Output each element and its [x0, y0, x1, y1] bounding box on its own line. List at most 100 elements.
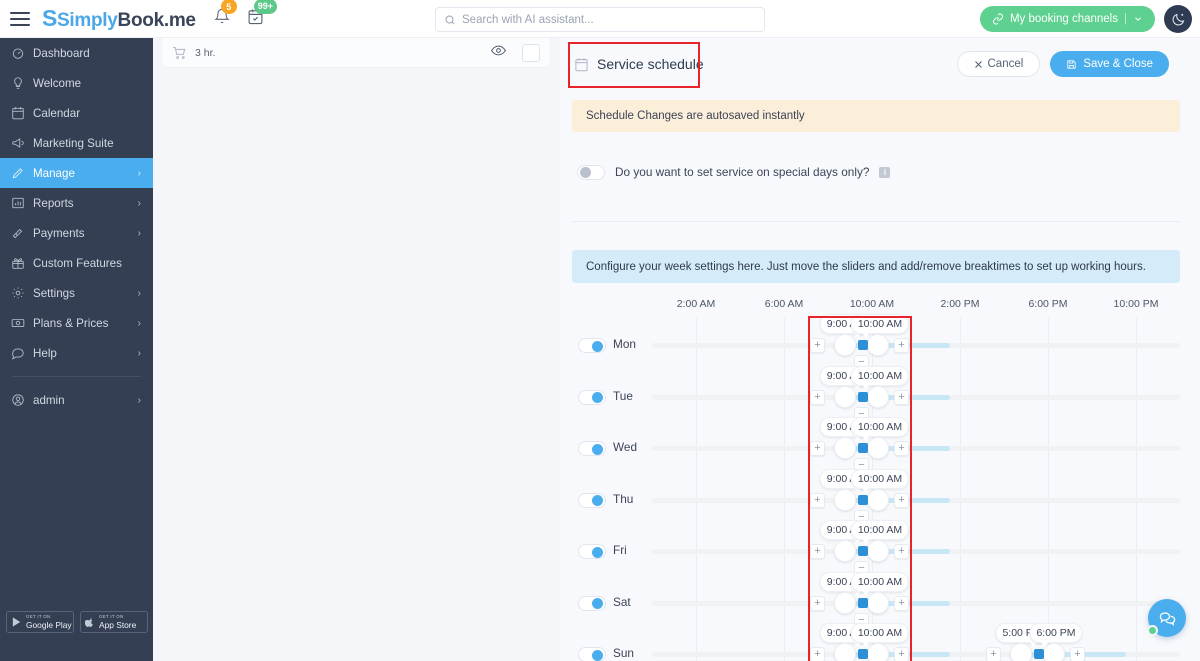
range-end-time[interactable]: 10:00 AM — [850, 623, 910, 647]
range-end-handle[interactable] — [867, 334, 889, 356]
add-breaktime-button[interactable]: + — [810, 389, 825, 405]
day-toggle-sat[interactable] — [578, 595, 606, 611]
add-breaktime-button[interactable]: + — [810, 595, 825, 611]
range-move-handle[interactable] — [1034, 649, 1044, 659]
range-end-time[interactable]: 6:00 PM — [1029, 623, 1083, 647]
sidebar-item-help[interactable]: Help › — [0, 338, 153, 368]
chat-widget-button[interactable] — [1147, 599, 1186, 637]
add-breaktime-button[interactable]: + — [810, 338, 825, 353]
range-end-time[interactable]: 10:00 AM — [850, 520, 910, 544]
range-end-time[interactable]: 10:00 AM — [850, 571, 910, 596]
range-start-handle[interactable] — [834, 591, 856, 614]
add-breaktime-button[interactable]: + — [894, 595, 909, 611]
range-move-handle[interactable] — [858, 597, 868, 608]
day-toggle-mon[interactable] — [578, 338, 606, 353]
booking-channels-label: My booking channels — [1009, 13, 1118, 25]
sidebar-item-custom-features[interactable]: Custom Features — [0, 248, 153, 278]
sidebar-item-welcome[interactable]: Welcome — [0, 68, 153, 98]
range-end-time[interactable]: 10:00 AM — [850, 314, 910, 338]
day-track[interactable] — [652, 652, 1180, 657]
info-icon[interactable]: i — [879, 166, 891, 178]
range-start-handle[interactable] — [834, 334, 856, 356]
eye-icon[interactable] — [491, 43, 506, 63]
range-end-handle[interactable] — [867, 437, 889, 459]
range-move-handle[interactable] — [858, 649, 868, 659]
range-move-handle[interactable] — [858, 546, 868, 556]
sidebar-item-calendar[interactable]: Calendar — [0, 98, 153, 128]
day-toggle-wed[interactable] — [578, 441, 606, 456]
chevron-down-icon[interactable] — [1133, 14, 1143, 24]
range-start-handle[interactable] — [1010, 643, 1032, 661]
sidebar-item-admin[interactable]: admin › — [0, 385, 153, 415]
day-track[interactable] — [652, 497, 1180, 503]
toggle-knob — [592, 546, 603, 558]
add-breaktime-button[interactable]: + — [810, 441, 825, 456]
day-toggle-tue[interactable] — [578, 389, 606, 405]
day-track[interactable] — [652, 549, 1180, 554]
google-play-badge[interactable]: GET IT ON Google Play — [6, 611, 74, 633]
chevron-right-icon: › — [137, 227, 141, 239]
service-checkbox[interactable] — [522, 43, 540, 62]
range-end-time[interactable]: 10:00 AM — [850, 417, 910, 441]
range-end-time[interactable]: 10:00 AM — [850, 365, 910, 390]
menu-toggle-icon[interactable] — [10, 11, 30, 26]
search-input[interactable]: Search with AI assistant... — [435, 7, 765, 32]
day-track[interactable] — [652, 394, 1180, 400]
tasks-button[interactable]: 99+ — [247, 0, 277, 30]
add-breaktime-button[interactable]: + — [894, 389, 909, 405]
range-start-handle[interactable] — [834, 488, 856, 511]
add-breaktime-button[interactable]: + — [810, 544, 825, 559]
add-breaktime-button[interactable]: + — [810, 492, 825, 508]
notifications-button[interactable]: 5 — [213, 0, 237, 29]
range-end-handle[interactable] — [867, 643, 889, 661]
cancel-button[interactable]: Cancel — [956, 51, 1041, 77]
store-badges: GET IT ON Google Play GET IT ON App Stor… — [6, 611, 148, 633]
brand-logo[interactable]: SSimplyBook.me — [42, 5, 196, 32]
range-start-handle[interactable] — [834, 540, 856, 562]
my-booking-channels-button[interactable]: My booking channels | — [979, 6, 1155, 32]
day-toggle-fri[interactable] — [578, 544, 606, 559]
range-end-handle[interactable] — [867, 591, 889, 614]
sidebar-item-manage[interactable]: Manage › — [0, 158, 153, 188]
range-end-handle[interactable] — [1043, 643, 1065, 661]
range-move-handle[interactable] — [858, 443, 868, 453]
add-breaktime-button[interactable]: + — [810, 647, 825, 661]
special-days-toggle[interactable] — [577, 164, 605, 180]
day-track[interactable] — [652, 446, 1180, 451]
add-breaktime-button[interactable]: + — [894, 647, 909, 661]
service-schedule-panel: Service schedule Cancel Save & Close Sch… — [560, 38, 1200, 661]
service-list-item[interactable]: 3 hr. — [161, 38, 551, 68]
notifications-badge: 5 — [220, 0, 237, 14]
app-store-badge[interactable]: GET IT ON App Store — [80, 611, 148, 633]
add-breaktime-button[interactable]: + — [894, 441, 909, 456]
day-toggle-sun[interactable] — [578, 647, 606, 661]
add-breaktime-button[interactable]: + — [894, 338, 909, 353]
range-end-time[interactable]: 10:00 AM — [850, 468, 910, 493]
day-track[interactable] — [652, 343, 1180, 348]
range-start-handle[interactable] — [834, 437, 856, 459]
sidebar-item-payments[interactable]: Payments › — [0, 218, 153, 248]
sidebar-item-reports[interactable]: Reports › — [0, 188, 153, 218]
range-move-handle[interactable] — [858, 340, 868, 350]
range-end-handle[interactable] — [867, 488, 889, 511]
sidebar-item-plans-prices[interactable]: Plans & Prices › — [0, 308, 153, 338]
services-list-pane: 3 hr. — [153, 38, 553, 661]
add-breaktime-button[interactable]: + — [894, 492, 909, 508]
dark-mode-toggle[interactable] — [1164, 5, 1192, 33]
range-end-handle[interactable] — [867, 385, 889, 408]
sidebar-item-dashboard[interactable]: Dashboard — [0, 38, 153, 68]
day-track[interactable] — [652, 600, 1180, 606]
sidebar-item-marketing-suite[interactable]: Marketing Suite — [0, 128, 153, 158]
range-move-handle[interactable] — [858, 494, 868, 505]
day-toggle-thu[interactable] — [578, 492, 606, 508]
range-start-handle[interactable] — [834, 643, 856, 661]
add-breaktime-button[interactable]: + — [1070, 647, 1085, 661]
range-start-handle[interactable] — [834, 385, 856, 408]
save-close-button[interactable]: Save & Close — [1050, 51, 1169, 77]
sidebar-item-settings[interactable]: Settings › — [0, 278, 153, 308]
add-breaktime-button[interactable]: + — [986, 647, 1001, 661]
range-end-handle[interactable] — [867, 540, 889, 562]
chat-online-indicator — [1147, 625, 1158, 636]
add-breaktime-button[interactable]: + — [894, 544, 909, 559]
range-move-handle[interactable] — [858, 391, 868, 402]
